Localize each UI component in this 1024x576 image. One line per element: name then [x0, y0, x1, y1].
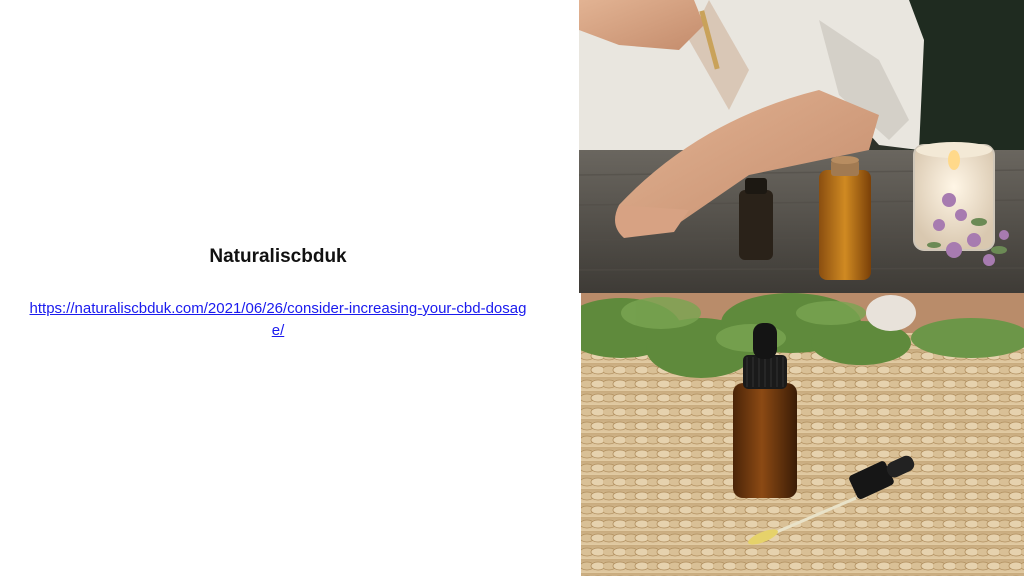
text-block: Naturaliscbduk https://naturaliscbduk.co… — [20, 244, 536, 342]
slide: Naturaliscbduk https://naturaliscbduk.co… — [0, 0, 1024, 576]
oil-bottles-photo — [579, 0, 1024, 293]
dropper-bottle-photo — [581, 293, 1024, 576]
source-link[interactable]: https://naturaliscbduk.com/2021/06/26/co… — [28, 298, 528, 342]
slide-title: Naturaliscbduk — [209, 246, 347, 267]
